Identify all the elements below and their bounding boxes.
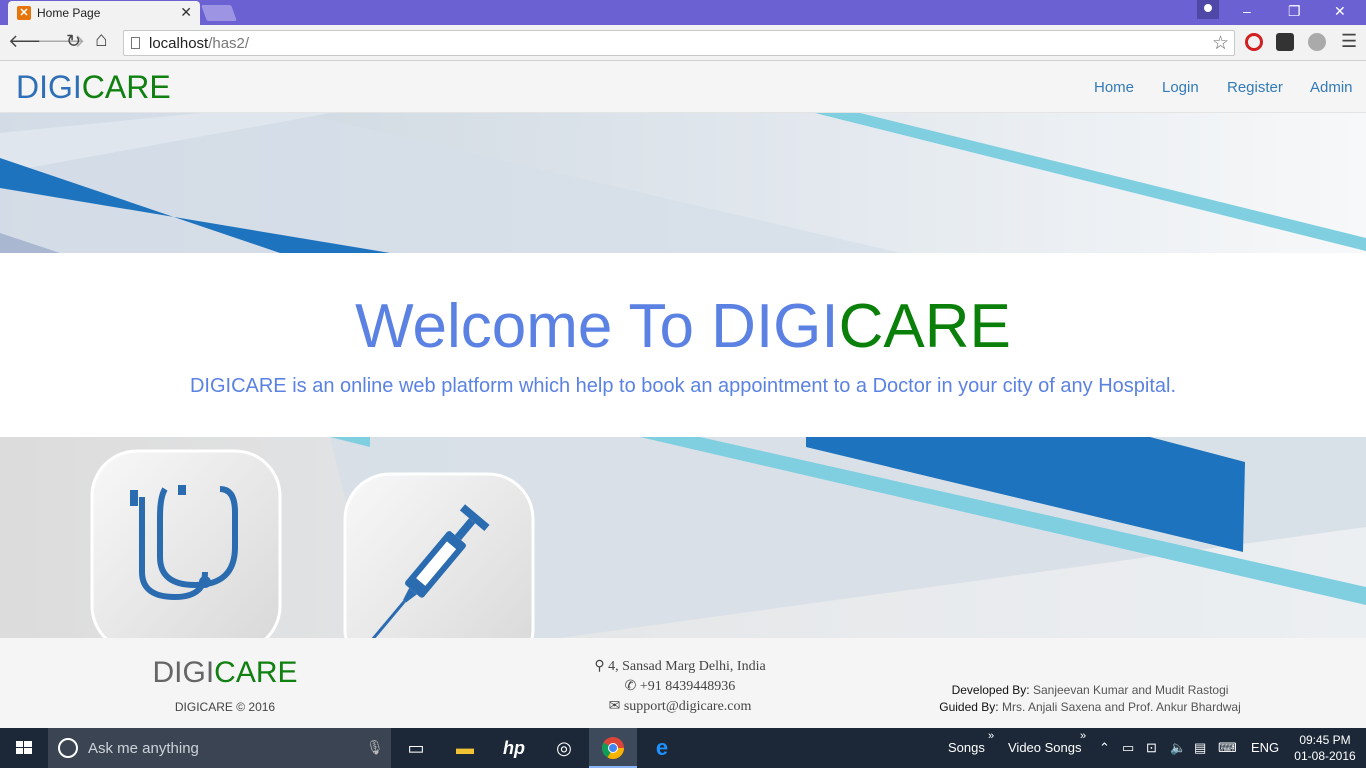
map-marker-icon: ⚲: [594, 659, 605, 674]
nav-admin[interactable]: Admin: [1310, 79, 1353, 96]
top-banner-image: [0, 113, 1366, 253]
tab-close-icon[interactable]: ✕: [180, 4, 192, 21]
tab-home-page[interactable]: ✕ Home Page ✕: [8, 1, 200, 25]
site-navbar: DIGICARE Home Login Register Admin: [0, 61, 1366, 113]
globe-extension-icon[interactable]: [1308, 33, 1326, 51]
reload-icon[interactable]: ↻: [66, 31, 81, 52]
bookmark-star-icon[interactable]: ☆: [1212, 32, 1229, 55]
hero-title: Welcome To DIGICARE: [0, 291, 1366, 362]
volume-icon[interactable]: 🔈: [1170, 740, 1186, 756]
system-clock[interactable]: 09:45 PM 01-08-2016: [1290, 732, 1360, 764]
banner-stripes-bottom: [0, 437, 1366, 638]
home-icon[interactable]: ⌂: [95, 28, 108, 52]
banner-stripes-top: [0, 113, 1366, 253]
stethoscope-icon: [90, 449, 282, 638]
browser-title-bar: ✕ Home Page ✕ – ❐ ✕: [0, 0, 1366, 25]
url-text: localhost/has2/: [149, 35, 249, 52]
show-hidden-icons-icon[interactable]: ⌃: [1099, 740, 1110, 756]
page-icon: [131, 37, 140, 49]
envelope-icon: ✉: [608, 699, 621, 714]
nav-login[interactable]: Login: [1162, 79, 1199, 96]
footer-brand-care: CARE: [214, 656, 298, 689]
address-text: 4, Sansad Marg Delhi, India: [608, 659, 766, 674]
hero-title-part2: CARE: [838, 292, 1011, 361]
footer-phone: ✆ +91 8439448936: [470, 678, 890, 695]
chrome-menu-icon[interactable]: ☰: [1341, 31, 1357, 52]
start-button[interactable]: [0, 728, 48, 768]
hero-section: Welcome To DIGICARE DIGICARE is an onlin…: [0, 253, 1366, 437]
address-bar[interactable]: localhost/has2/ ☆: [123, 30, 1235, 56]
keyboard-icon[interactable]: ⌨: [1218, 740, 1237, 756]
footer-guided-by: Guided By: Mrs. Anjali Saxena and Prof. …: [880, 700, 1300, 714]
network-icon[interactable]: ⊡: [1146, 740, 1157, 756]
cortana-icon: [58, 738, 78, 758]
hp-icon[interactable]: hp: [490, 728, 538, 768]
file-explorer-icon[interactable]: ▬: [441, 728, 489, 768]
new-tab-button[interactable]: [201, 5, 237, 21]
battery-icon[interactable]: ▭: [1122, 740, 1134, 756]
tray-video-chevron[interactable]: »: [1080, 730, 1086, 742]
tab-title: Home Page: [37, 6, 101, 20]
nav-register[interactable]: Register: [1227, 79, 1283, 96]
guided-label: Guided By:: [939, 700, 999, 714]
tray-video-songs[interactable]: Video Songs: [1008, 740, 1082, 755]
bottom-banner-image: [0, 437, 1366, 638]
browser-toolbar: 🡐 🡒 ↻ ⌂ localhost/has2/ ☆ ☰: [0, 25, 1366, 61]
microphone-icon[interactable]: 🎙: [366, 739, 384, 756]
tray-songs[interactable]: Songs: [948, 740, 985, 755]
task-view-icon[interactable]: ▭: [392, 728, 440, 768]
restore-button[interactable]: ❐: [1288, 3, 1301, 20]
footer-brand: DIGICARE: [0, 656, 450, 690]
phone-icon: ✆: [624, 679, 637, 694]
phone-text: +91 8439448936: [639, 679, 736, 694]
search-placeholder: Ask me anything: [88, 740, 199, 757]
clock-time: 09:45 PM: [1299, 733, 1351, 747]
footer-copyright: DIGICARE © 2016: [174, 700, 276, 714]
action-center-icon[interactable]: ▤: [1194, 740, 1206, 756]
chrome-logo-icon: [602, 737, 624, 759]
email-link[interactable]: support@digicare.com: [624, 699, 752, 714]
notification-extension-icon[interactable]: [1276, 33, 1294, 51]
footer-address: ⚲ 4, Sansad Marg Delhi, India: [470, 658, 890, 675]
chrome-taskbar-icon[interactable]: [589, 728, 637, 768]
brand-digi: DIGI: [16, 69, 82, 105]
url-path: /has2/: [208, 35, 250, 52]
site-brand[interactable]: DIGICARE: [16, 69, 171, 106]
hero-subtitle: DIGICARE is an online web platform which…: [189, 375, 1177, 397]
clock-date: 01-08-2016: [1294, 749, 1356, 763]
profile-icon[interactable]: [1197, 0, 1219, 19]
windows-logo-icon: [16, 741, 32, 754]
developed-label: Developed By:: [951, 683, 1030, 697]
developed-value: Sanjeevan Kumar and Mudit Rastogi: [1032, 683, 1229, 697]
syringe-icon: [343, 472, 535, 638]
opera-extension-icon[interactable]: [1245, 33, 1263, 51]
minimize-button[interactable]: –: [1243, 3, 1251, 19]
nav-home[interactable]: Home: [1094, 79, 1134, 96]
windows-taskbar: Ask me anything 🎙 ▭ ▬ hp ◎ e Songs » Vid…: [0, 728, 1366, 768]
tray-songs-chevron[interactable]: »: [988, 730, 994, 742]
footer-brand-digi: DIGI: [152, 656, 215, 689]
hero-title-part1: Welcome To DIGI: [355, 292, 839, 361]
url-host: localhost: [149, 35, 209, 52]
edge-icon[interactable]: e: [638, 728, 686, 768]
footer-developed-by: Developed By: Sanjeevan Kumar and Mudit …: [880, 683, 1300, 697]
site-footer: DIGICARE DIGICARE © 2016 ⚲ 4, Sansad Mar…: [0, 638, 1366, 728]
cortana-search-box[interactable]: Ask me anything 🎙: [48, 728, 391, 768]
brand-care: CARE: [81, 69, 171, 105]
guided-value: Mrs. Anjali Saxena and Prof. Ankur Bhard…: [1001, 700, 1241, 714]
language-indicator[interactable]: ENG: [1251, 740, 1279, 755]
groove-music-icon[interactable]: ◎: [540, 728, 588, 768]
footer-email: ✉ support@digicare.com: [470, 698, 890, 715]
close-window-button[interactable]: ✕: [1334, 3, 1346, 20]
xampp-favicon-icon: ✕: [17, 6, 31, 20]
